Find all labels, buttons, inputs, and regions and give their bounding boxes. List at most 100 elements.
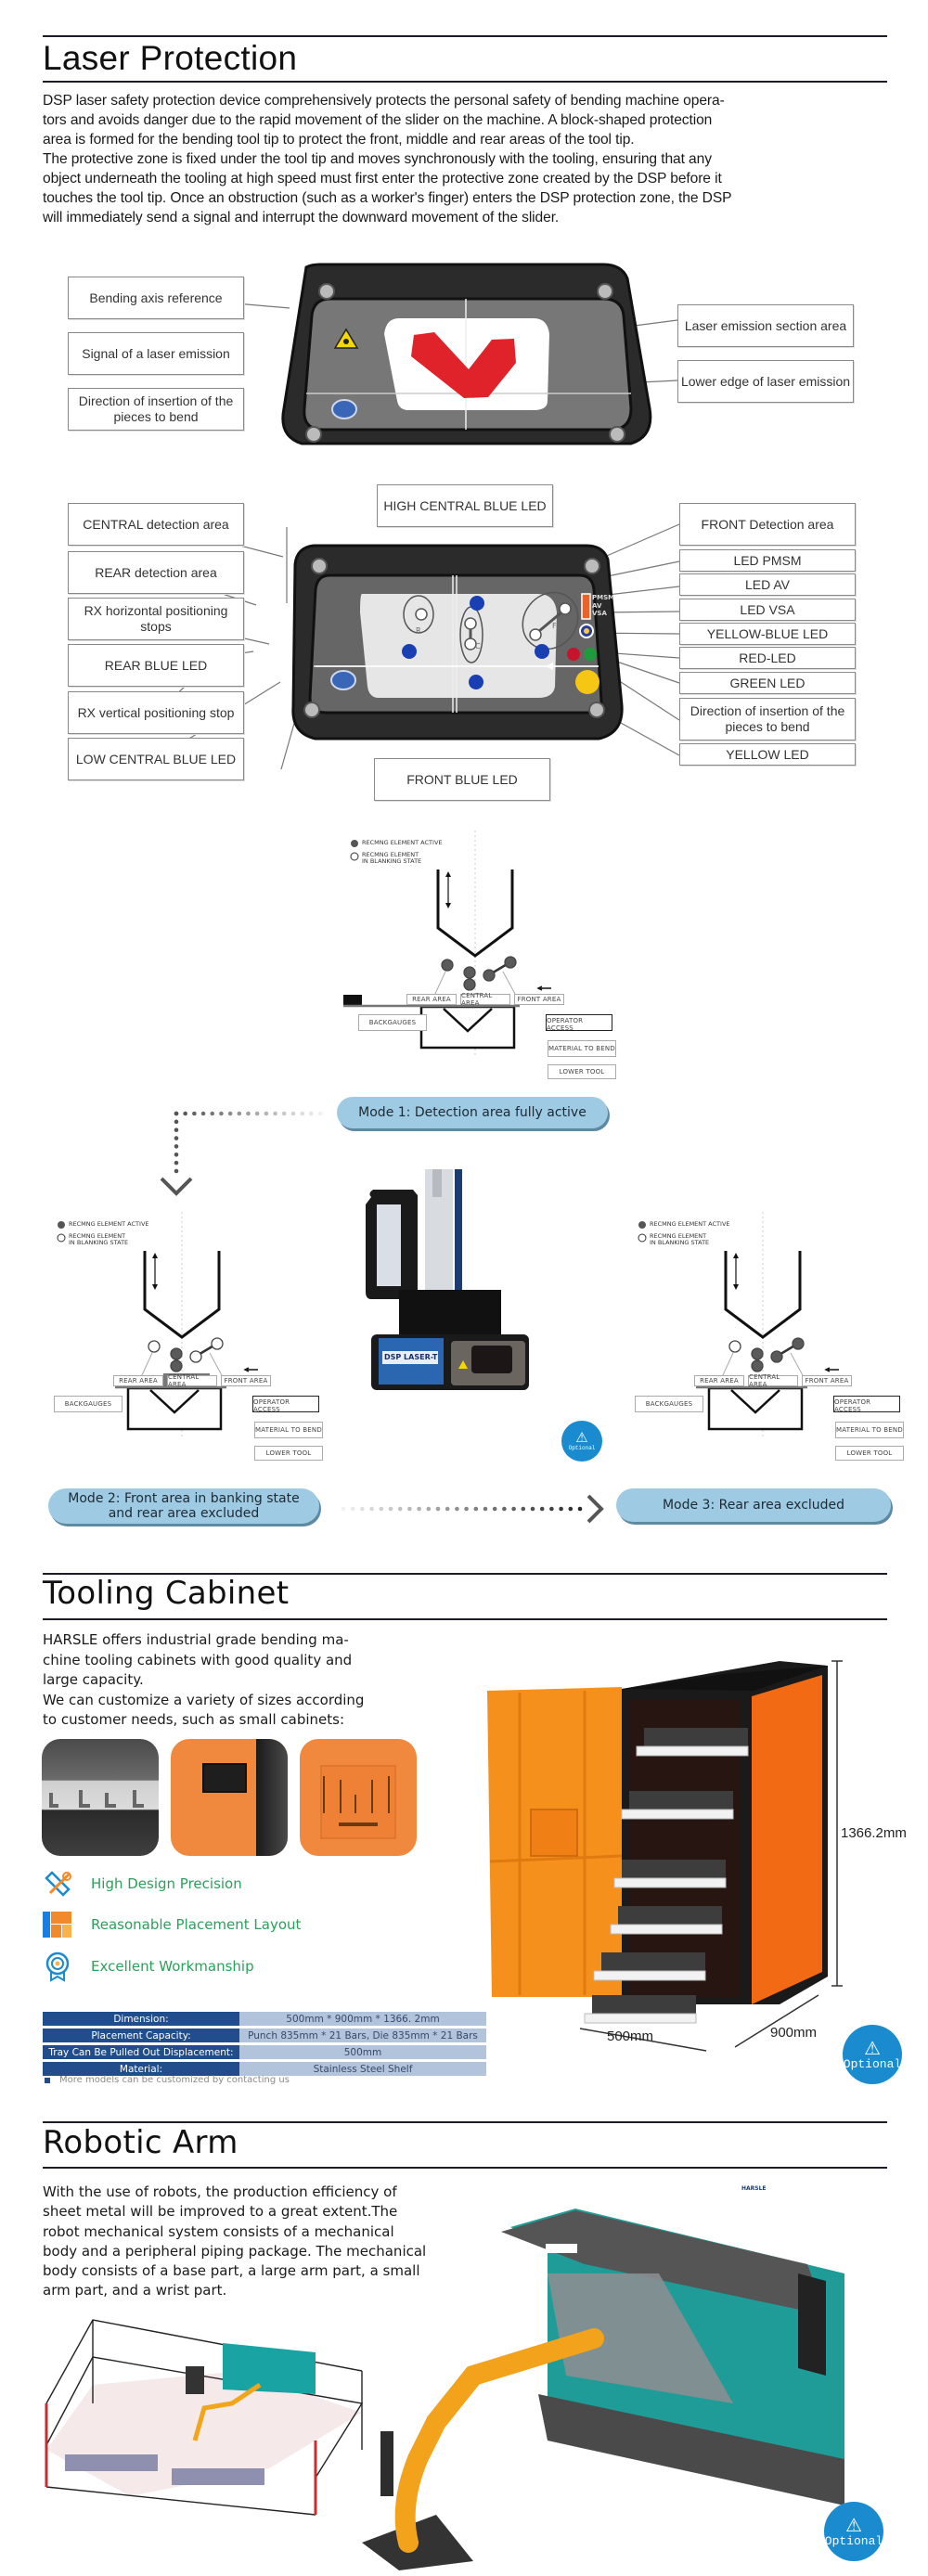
flow-dot bbox=[473, 1506, 479, 1512]
warning-icon: ⚠ bbox=[864, 2036, 881, 2059]
paragraph-line: to customer needs, such as small cabinet… bbox=[43, 1711, 345, 1728]
optional-badge-label: Optional bbox=[843, 2056, 902, 2071]
warning-icon: ⚠ bbox=[845, 2513, 862, 2536]
flow-arrow-right-icon bbox=[586, 1494, 604, 1524]
flow-dot bbox=[174, 1119, 179, 1125]
spec-value: Stainless Steel Shelf bbox=[239, 2062, 486, 2076]
spec-value: 500mm bbox=[239, 2045, 486, 2059]
paragraph-line: chine tooling cabinets with good quality… bbox=[43, 1651, 353, 1668]
spec-table: Dimension: 500mm * 900mm * 1366. 2mm Plac… bbox=[43, 2009, 486, 2079]
flow-dot bbox=[388, 1506, 393, 1512]
flow-dot bbox=[407, 1506, 412, 1512]
flow-dot bbox=[290, 1111, 296, 1116]
cabinet-tray bbox=[636, 1745, 749, 1757]
flow-dot bbox=[530, 1506, 535, 1512]
paragraph-line: HARSLE offers industrial grade bending m… bbox=[43, 1631, 349, 1648]
flow-dot bbox=[521, 1506, 526, 1512]
tooling-cabinet-image bbox=[487, 1660, 843, 2052]
feature-label: High Design Precision bbox=[91, 1875, 242, 1892]
flow-dot bbox=[483, 1506, 488, 1512]
flow-dot bbox=[219, 1111, 224, 1116]
paragraph-line: large capacity. bbox=[43, 1671, 144, 1688]
cabinet-tray bbox=[610, 1924, 723, 1935]
flow-dot bbox=[174, 1111, 179, 1116]
flow-dot bbox=[360, 1506, 365, 1512]
flow-dot bbox=[192, 1111, 197, 1116]
section-rule-bottom bbox=[43, 1618, 887, 1620]
flow-arrow-down-icon bbox=[160, 1177, 193, 1196]
thumbnail-door-lock bbox=[171, 1739, 288, 1856]
flow-dot bbox=[568, 1506, 574, 1512]
flow-dot bbox=[246, 1111, 251, 1116]
table-row: Tray Can Be Pulled Out Displacement: 500m… bbox=[43, 2045, 486, 2059]
dsp-device-label: DSP LASER-T bbox=[384, 1353, 438, 1361]
feature-reasonable-placement-layout: Reasonable Placement Layout bbox=[43, 1910, 301, 1939]
flow-dot bbox=[174, 1127, 179, 1133]
dimension-width: 500mm bbox=[607, 2029, 654, 2044]
flow-dot bbox=[237, 1111, 242, 1116]
cabinet-tray bbox=[584, 2013, 697, 2024]
cabinet-tray bbox=[613, 1877, 727, 1888]
optional-badge: ⚠ Optional bbox=[843, 2025, 902, 2084]
tools-icon bbox=[43, 1869, 72, 1899]
spec-key: Material: bbox=[43, 2062, 239, 2076]
feature-label: Excellent Workmanship bbox=[91, 1958, 254, 1975]
flow-dot bbox=[174, 1152, 179, 1157]
spec-value: Punch 835mm * 21 Bars, Die 835mm * 21 Ba… bbox=[239, 2029, 486, 2042]
spec-value: 500mm * 900mm * 1366. 2mm bbox=[239, 2012, 486, 2026]
flow-dot bbox=[174, 1144, 179, 1149]
flow-dot bbox=[300, 1111, 304, 1116]
table-row: Material: Stainless Steel Shelf bbox=[43, 2062, 486, 2076]
spec-key: Placement Capacity: bbox=[43, 2029, 239, 2042]
flow-dot bbox=[317, 1111, 323, 1116]
flow-dot bbox=[502, 1506, 507, 1512]
lock-icon bbox=[202, 1763, 247, 1793]
tooling-cabinet-title: Tooling Cabinet bbox=[43, 1575, 290, 1612]
robotic-arm-press-brake-image bbox=[362, 2209, 844, 2570]
optional-badge-label: Optional bbox=[568, 1445, 596, 1451]
flow-dot bbox=[350, 1506, 355, 1512]
customization-note: More models can be customized by contact… bbox=[45, 2075, 290, 2085]
flow-dot bbox=[577, 1506, 583, 1512]
spec-key: Tray Can Be Pulled Out Displacement: bbox=[43, 2045, 239, 2059]
flow-dot bbox=[174, 1168, 179, 1174]
robotic-cell-overview-image bbox=[45, 2319, 364, 2516]
layout-icon bbox=[43, 1910, 72, 1939]
flow-dot bbox=[426, 1506, 432, 1512]
section-rule-top bbox=[43, 2121, 887, 2123]
flow-dot bbox=[309, 1111, 314, 1116]
flow-dot bbox=[549, 1506, 554, 1512]
flow-dot bbox=[559, 1506, 563, 1512]
dimension-height: 1366.2mm bbox=[841, 1825, 907, 1841]
note-text: More models can be customized by contact… bbox=[59, 2075, 290, 2085]
flow-dot bbox=[511, 1506, 516, 1512]
feature-high-design-precision: High Design Precision bbox=[43, 1869, 242, 1899]
paragraph-line: We can customize a variety of sizes acco… bbox=[43, 1691, 365, 1708]
thumbnail-door-holder bbox=[300, 1739, 417, 1856]
flow-dot bbox=[183, 1111, 187, 1116]
flow-dot bbox=[210, 1111, 215, 1116]
flow-dot bbox=[200, 1111, 206, 1116]
feature-label: Reasonable Placement Layout bbox=[91, 1916, 302, 1933]
tooling-cabinet-description: HARSLE offers industrial grade bending m… bbox=[43, 1630, 414, 1731]
thumbnail-tray-detail bbox=[42, 1739, 159, 1856]
flow-dot bbox=[435, 1506, 441, 1512]
optional-badge: ⚠ Optional bbox=[824, 2502, 883, 2561]
table-row: Dimension: 500mm * 900mm * 1366. 2mm bbox=[43, 2012, 486, 2026]
flow-dot bbox=[455, 1506, 459, 1512]
harsle-brand-label: HARSLE bbox=[740, 2184, 768, 2193]
cabinet-tray bbox=[621, 1809, 734, 1820]
flow-dot bbox=[264, 1111, 269, 1116]
bullet-icon bbox=[45, 2077, 50, 2083]
flow-dot bbox=[464, 1506, 469, 1512]
flow-dot bbox=[492, 1506, 497, 1512]
warning-icon: ⚠ bbox=[575, 1429, 588, 1446]
flow-dot bbox=[174, 1160, 179, 1166]
flow-dot bbox=[273, 1111, 277, 1116]
flow-dot bbox=[397, 1506, 403, 1512]
flow-dot bbox=[369, 1506, 374, 1512]
feature-excellent-workmanship: Excellent Workmanship bbox=[43, 1951, 254, 1982]
optional-badge: ⚠ Optional bbox=[561, 1421, 602, 1462]
flow-dot bbox=[341, 1506, 346, 1512]
robotic-arm-title: Robotic Arm bbox=[43, 2124, 238, 2161]
